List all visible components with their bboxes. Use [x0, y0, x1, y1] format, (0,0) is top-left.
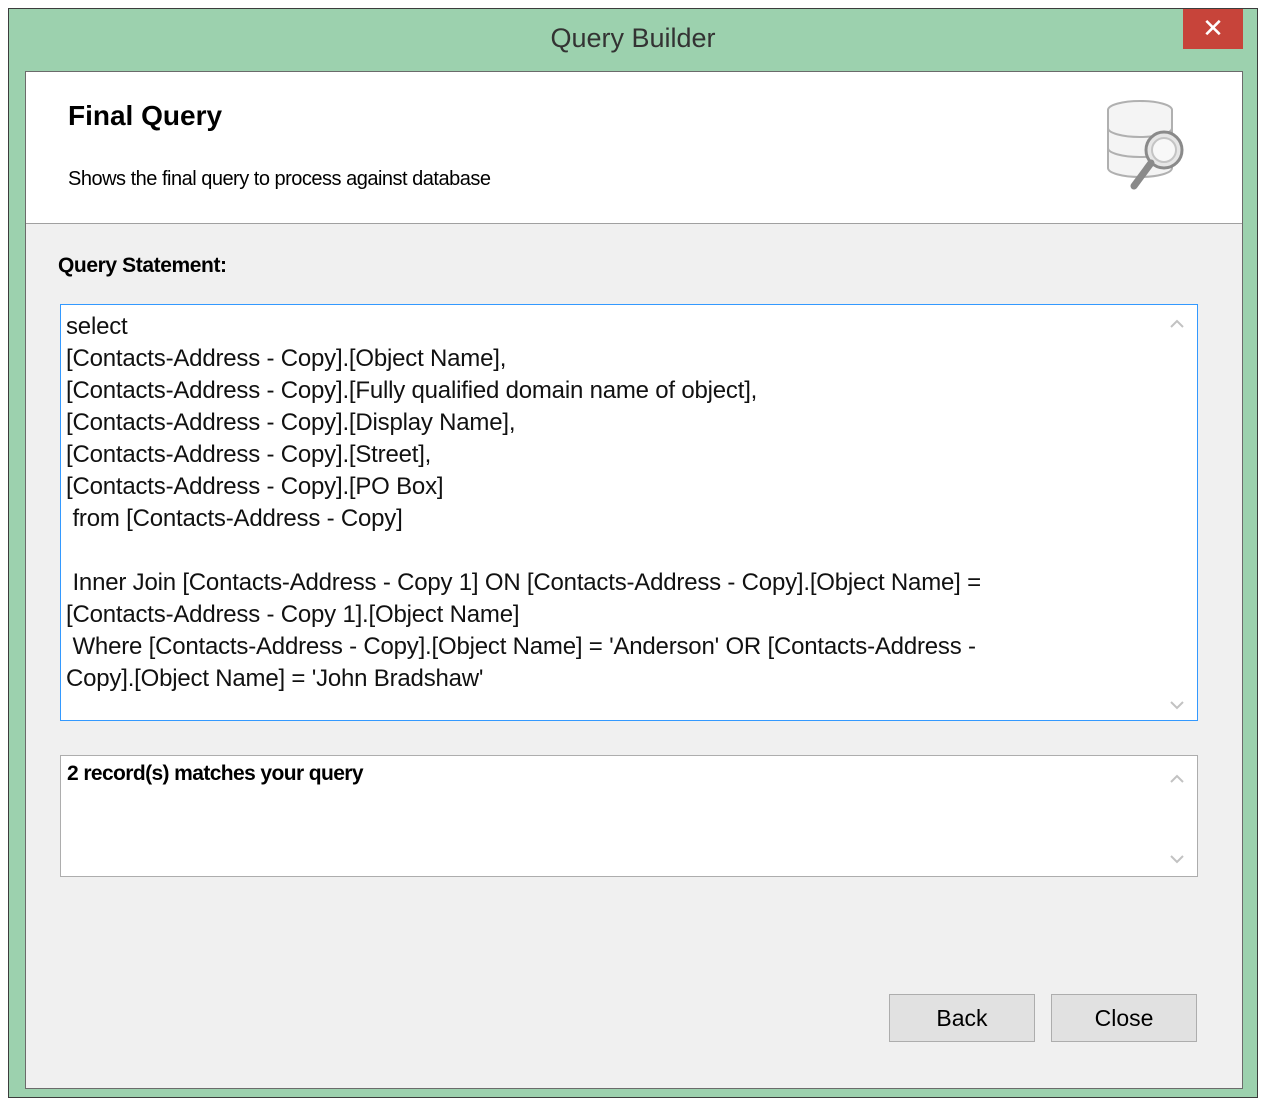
header-subtitle: Shows the final query to process against… — [68, 168, 491, 190]
query-result-textbox[interactable]: 2 record(s) matches your query — [60, 755, 1198, 877]
query-statement-textarea[interactable]: select [Contacts-Address - Copy].[Object… — [60, 304, 1198, 721]
dialog-client-area: Final Query Shows the final query to pro… — [25, 71, 1243, 1089]
title-bar[interactable]: Query Builder ✕ — [9, 9, 1257, 71]
scroll-up-icon[interactable] — [1169, 319, 1185, 329]
wizard-header: Final Query Shows the final query to pro… — [26, 72, 1242, 224]
close-window-button[interactable]: ✕ — [1183, 9, 1243, 49]
database-search-icon — [1107, 100, 1184, 190]
back-button[interactable]: Back — [889, 994, 1035, 1042]
scroll-down-icon[interactable] — [1169, 700, 1185, 710]
scroll-up-icon[interactable] — [1169, 774, 1185, 784]
query-statement-text[interactable]: select [Contacts-Address - Copy].[Object… — [66, 311, 1156, 695]
scroll-down-icon[interactable] — [1169, 854, 1185, 864]
query-statement-label: Query Statement: — [58, 254, 227, 277]
header-title: Final Query — [68, 100, 223, 131]
window-title: Query Builder — [550, 23, 716, 53]
query-builder-window: Query Builder ✕ Final Query Shows the fi… — [8, 8, 1258, 1098]
query-result-text: 2 record(s) matches your query — [67, 762, 364, 785]
close-button[interactable]: Close — [1051, 994, 1197, 1042]
